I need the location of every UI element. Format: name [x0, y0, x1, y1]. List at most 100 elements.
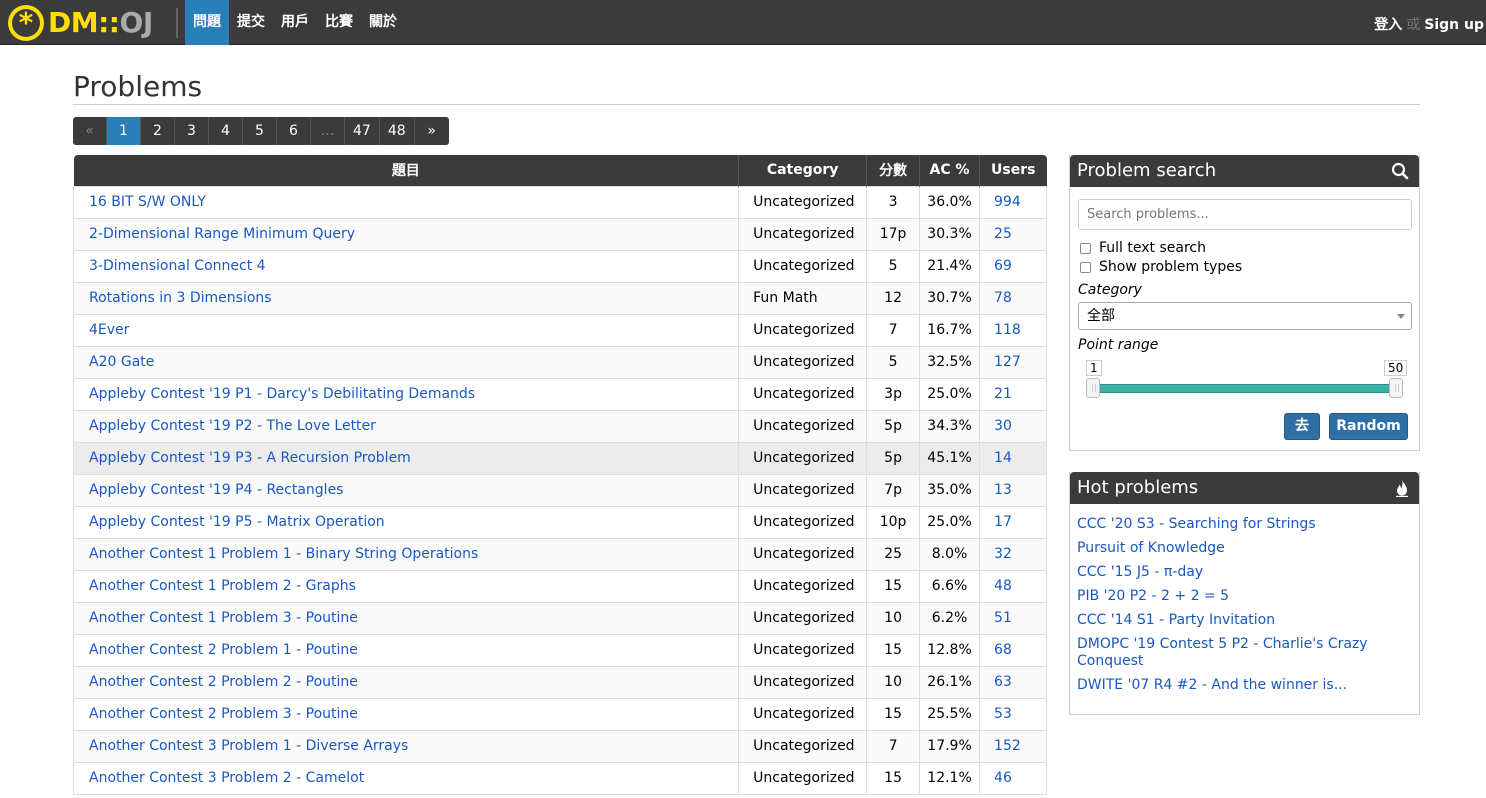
page-button-2[interactable]: 2: [141, 117, 175, 145]
column-header-points[interactable]: 分數: [866, 155, 921, 186]
nav-item-submissions[interactable]: 提交: [229, 0, 273, 45]
problem-users-link[interactable]: 127: [979, 345, 1047, 379]
problem-name-link[interactable]: Rotations in 3 Dimensions: [72, 281, 740, 315]
hot-problems-panel: Hot problems CCC '20 S3 - Searching for …: [1069, 472, 1420, 715]
hot-problem-link[interactable]: DMOPC '19 Contest 5 P2 - Charlie's Crazy…: [1077, 636, 1407, 670]
search-input[interactable]: [1078, 199, 1412, 230]
user-links: 登入或 Sign up: [1374, 0, 1484, 45]
range-min-handle[interactable]: [1086, 378, 1100, 398]
search-icon[interactable]: [1391, 155, 1409, 187]
problem-users-link[interactable]: 118: [979, 313, 1047, 347]
problem-name-link[interactable]: Another Contest 2 Problem 1 - Poutine: [72, 633, 740, 667]
show-problem-types-option[interactable]: Show problem types: [1080, 259, 1242, 275]
random-button[interactable]: Random: [1329, 413, 1408, 440]
problem-name-link[interactable]: Appleby Contest '19 P2 - The Love Letter: [72, 409, 740, 443]
page-next-button[interactable]: »: [415, 117, 449, 145]
page-button-4[interactable]: 4: [209, 117, 243, 145]
problem-name-link[interactable]: A20 Gate: [72, 345, 740, 379]
problem-users-link[interactable]: 25: [979, 217, 1047, 251]
problem-users-link[interactable]: 32: [979, 537, 1047, 571]
problem-users-link[interactable]: 51: [979, 601, 1047, 635]
column-header-ac-rate[interactable]: AC %: [919, 155, 981, 186]
category-select[interactable]: 全部: [1078, 302, 1412, 330]
signup-link[interactable]: Sign up: [1424, 17, 1484, 33]
problem-name-link[interactable]: Another Contest 3 Problem 2 - Camelot: [72, 761, 740, 795]
full-text-search-label: Full text search: [1099, 240, 1206, 256]
site-logo[interactable]: * DM::OJ: [8, 5, 153, 41]
go-button[interactable]: 去: [1284, 413, 1320, 440]
problem-users-link[interactable]: 53: [979, 697, 1047, 731]
problem-users-link[interactable]: 48: [979, 569, 1047, 603]
logo-text-sep: ::: [98, 6, 120, 39]
problem-name-link[interactable]: Another Contest 3 Problem 1 - Diverse Ar…: [72, 729, 740, 763]
problem-category-cell: Fun Math: [738, 281, 868, 315]
problem-name-link[interactable]: 3-Dimensional Connect 4: [72, 249, 740, 283]
nav-item-problems[interactable]: 問題: [185, 0, 229, 45]
nav-item-about[interactable]: 關於: [361, 0, 405, 45]
problem-users-link[interactable]: 994: [979, 185, 1047, 219]
logo-star-icon: *: [8, 5, 44, 41]
problem-name-link[interactable]: 4Ever: [72, 313, 740, 347]
problem-users-link[interactable]: 14: [979, 441, 1047, 475]
problem-users-link[interactable]: 17: [979, 505, 1047, 539]
show-problem-types-checkbox[interactable]: [1080, 261, 1091, 273]
problem-name-link[interactable]: Another Contest 1 Problem 1 - Binary Str…: [72, 537, 740, 571]
problem-users-link[interactable]: 13: [979, 473, 1047, 507]
hot-problem-link[interactable]: CCC '20 S3 - Searching for Strings: [1077, 516, 1407, 533]
hot-problem-link[interactable]: DWITE '07 R4 #2 - And the winner is...: [1077, 677, 1407, 694]
full-text-search-checkbox[interactable]: [1080, 242, 1091, 254]
range-min-value: 1: [1086, 360, 1102, 376]
table-row: Another Contest 3 Problem 2 - Camelot Unc…: [72, 761, 1047, 795]
problem-name-link[interactable]: Appleby Contest '19 P4 - Rectangles: [72, 473, 740, 507]
table-row: Appleby Contest '19 P2 - The Love Letter…: [72, 409, 1047, 443]
point-range-slider-track[interactable]: [1092, 384, 1397, 393]
page-prev-button[interactable]: «: [73, 117, 107, 145]
nav-divider: [176, 8, 178, 38]
column-header-users[interactable]: Users: [979, 155, 1047, 186]
problem-ac-rate-cell: 34.3%: [919, 409, 981, 443]
full-text-search-option[interactable]: Full text search: [1080, 240, 1206, 256]
problem-name-link[interactable]: Another Contest 2 Problem 3 - Poutine: [72, 697, 740, 731]
page-button-1[interactable]: 1: [107, 117, 141, 145]
problem-category-cell: Uncategorized: [738, 601, 868, 635]
problem-users-link[interactable]: 21: [979, 377, 1047, 411]
problem-name-link[interactable]: 16 BIT S/W ONLY: [72, 185, 740, 219]
problem-users-link[interactable]: 69: [979, 249, 1047, 283]
range-max-handle[interactable]: [1389, 378, 1403, 398]
login-link[interactable]: 登入: [1374, 17, 1402, 33]
nav-item-users[interactable]: 用戶: [273, 0, 317, 45]
problem-users-link[interactable]: 68: [979, 633, 1047, 667]
hot-problem-link[interactable]: PIB '20 P2 - 2 + 2 = 5: [1077, 588, 1407, 605]
column-header-category[interactable]: Category: [738, 155, 868, 186]
problem-points-cell: 15: [866, 697, 921, 731]
problem-name-link[interactable]: Appleby Contest '19 P3 - A Recursion Pro…: [72, 441, 740, 475]
problem-category-cell: Uncategorized: [738, 473, 868, 507]
range-max-value: 50: [1384, 360, 1408, 376]
problem-points-cell: 25: [866, 537, 921, 571]
problem-name-link[interactable]: Appleby Contest '19 P1 - Darcy's Debilit…: [72, 377, 740, 411]
page-button-3[interactable]: 3: [175, 117, 209, 145]
problem-users-link[interactable]: 78: [979, 281, 1047, 315]
problem-ac-rate-cell: 12.8%: [919, 633, 981, 667]
problem-name-link[interactable]: Appleby Contest '19 P5 - Matrix Operatio…: [72, 505, 740, 539]
problem-name-link[interactable]: 2-Dimensional Range Minimum Query: [72, 217, 740, 251]
problem-users-link[interactable]: 152: [979, 729, 1047, 763]
column-header-problem[interactable]: 題目: [73, 155, 740, 186]
page-button-48[interactable]: 48: [380, 117, 415, 145]
problem-name-link[interactable]: Another Contest 1 Problem 3 - Poutine: [72, 601, 740, 635]
page-button-6[interactable]: 6: [277, 117, 311, 145]
problem-users-link[interactable]: 46: [979, 761, 1047, 795]
hot-problem-link[interactable]: CCC '14 S1 - Party Invitation: [1077, 612, 1407, 629]
problem-category-cell: Uncategorized: [738, 409, 868, 443]
table-row: Another Contest 3 Problem 1 - Diverse Ar…: [72, 729, 1047, 763]
problem-points-cell: 15: [866, 569, 921, 603]
hot-problem-link[interactable]: Pursuit of Knowledge: [1077, 540, 1407, 557]
problem-users-link[interactable]: 63: [979, 665, 1047, 699]
problem-name-link[interactable]: Another Contest 1 Problem 2 - Graphs: [72, 569, 740, 603]
hot-problem-link[interactable]: CCC '15 J5 - π-day: [1077, 564, 1407, 581]
problem-name-link[interactable]: Another Contest 2 Problem 2 - Poutine: [72, 665, 740, 699]
page-button-47[interactable]: 47: [345, 117, 380, 145]
nav-item-contests[interactable]: 比賽: [317, 0, 361, 45]
page-button-5[interactable]: 5: [243, 117, 277, 145]
problem-users-link[interactable]: 30: [979, 409, 1047, 443]
